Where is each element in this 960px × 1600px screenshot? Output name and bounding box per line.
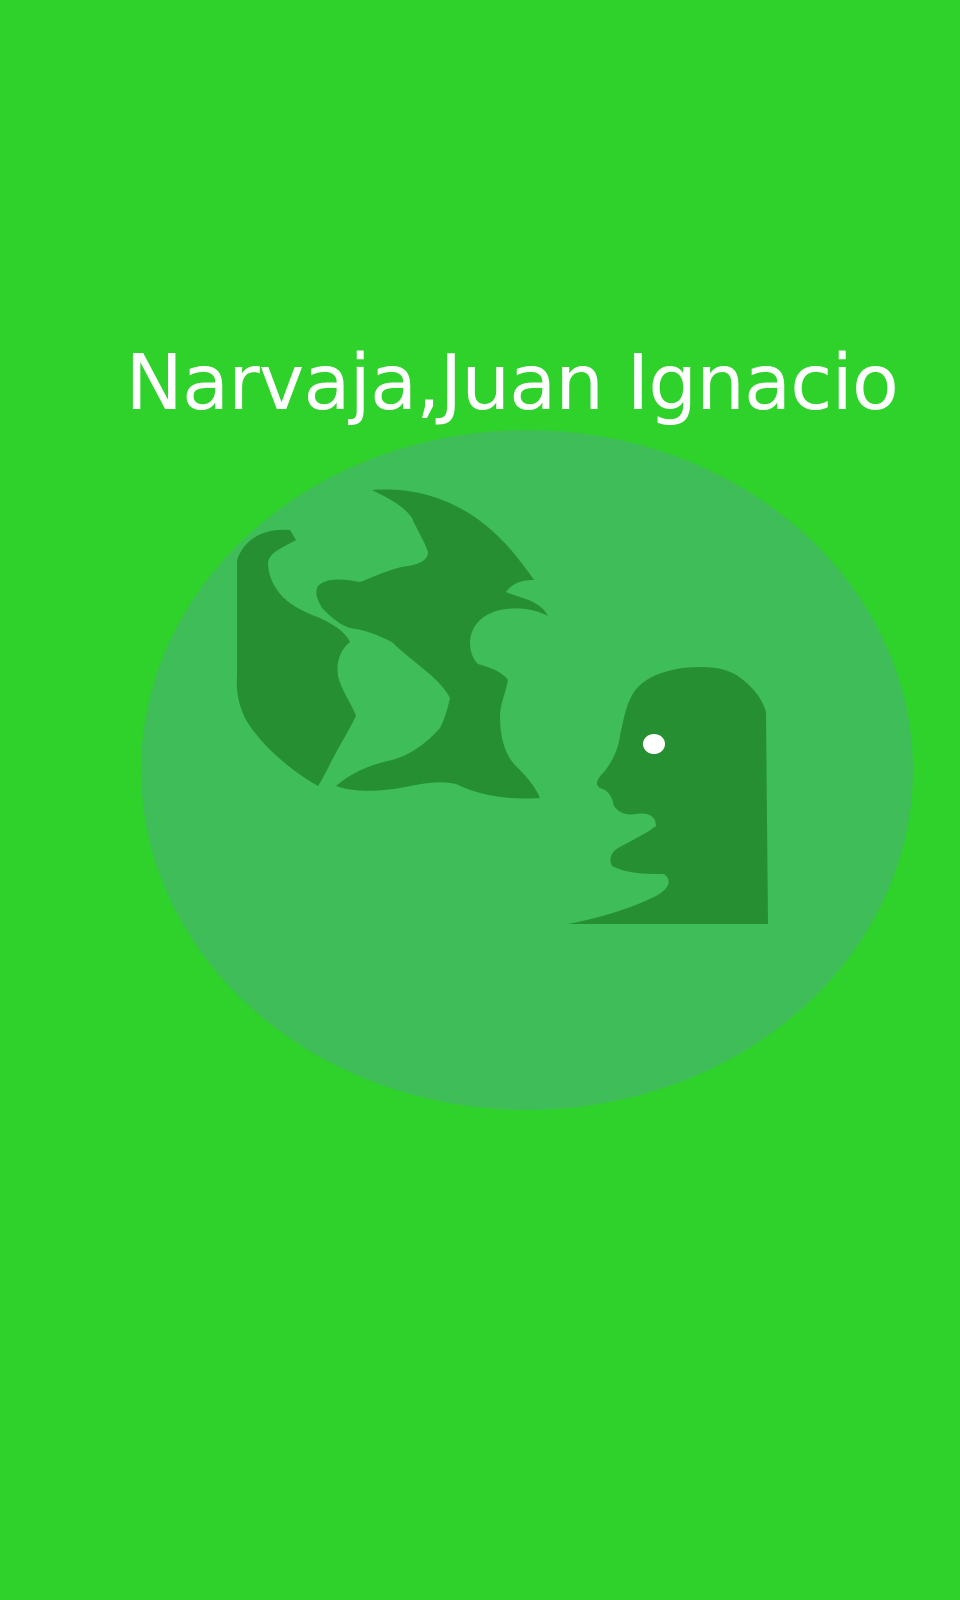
globe-with-speaking-head-icon bbox=[0, 0, 960, 1600]
book-cover: Narvaja,Juan Ignacio bbox=[0, 0, 960, 1600]
emblem-circle bbox=[141, 430, 913, 1110]
author-name: Narvaja,Juan Ignacio bbox=[125, 339, 899, 428]
head-eye bbox=[643, 734, 665, 754]
